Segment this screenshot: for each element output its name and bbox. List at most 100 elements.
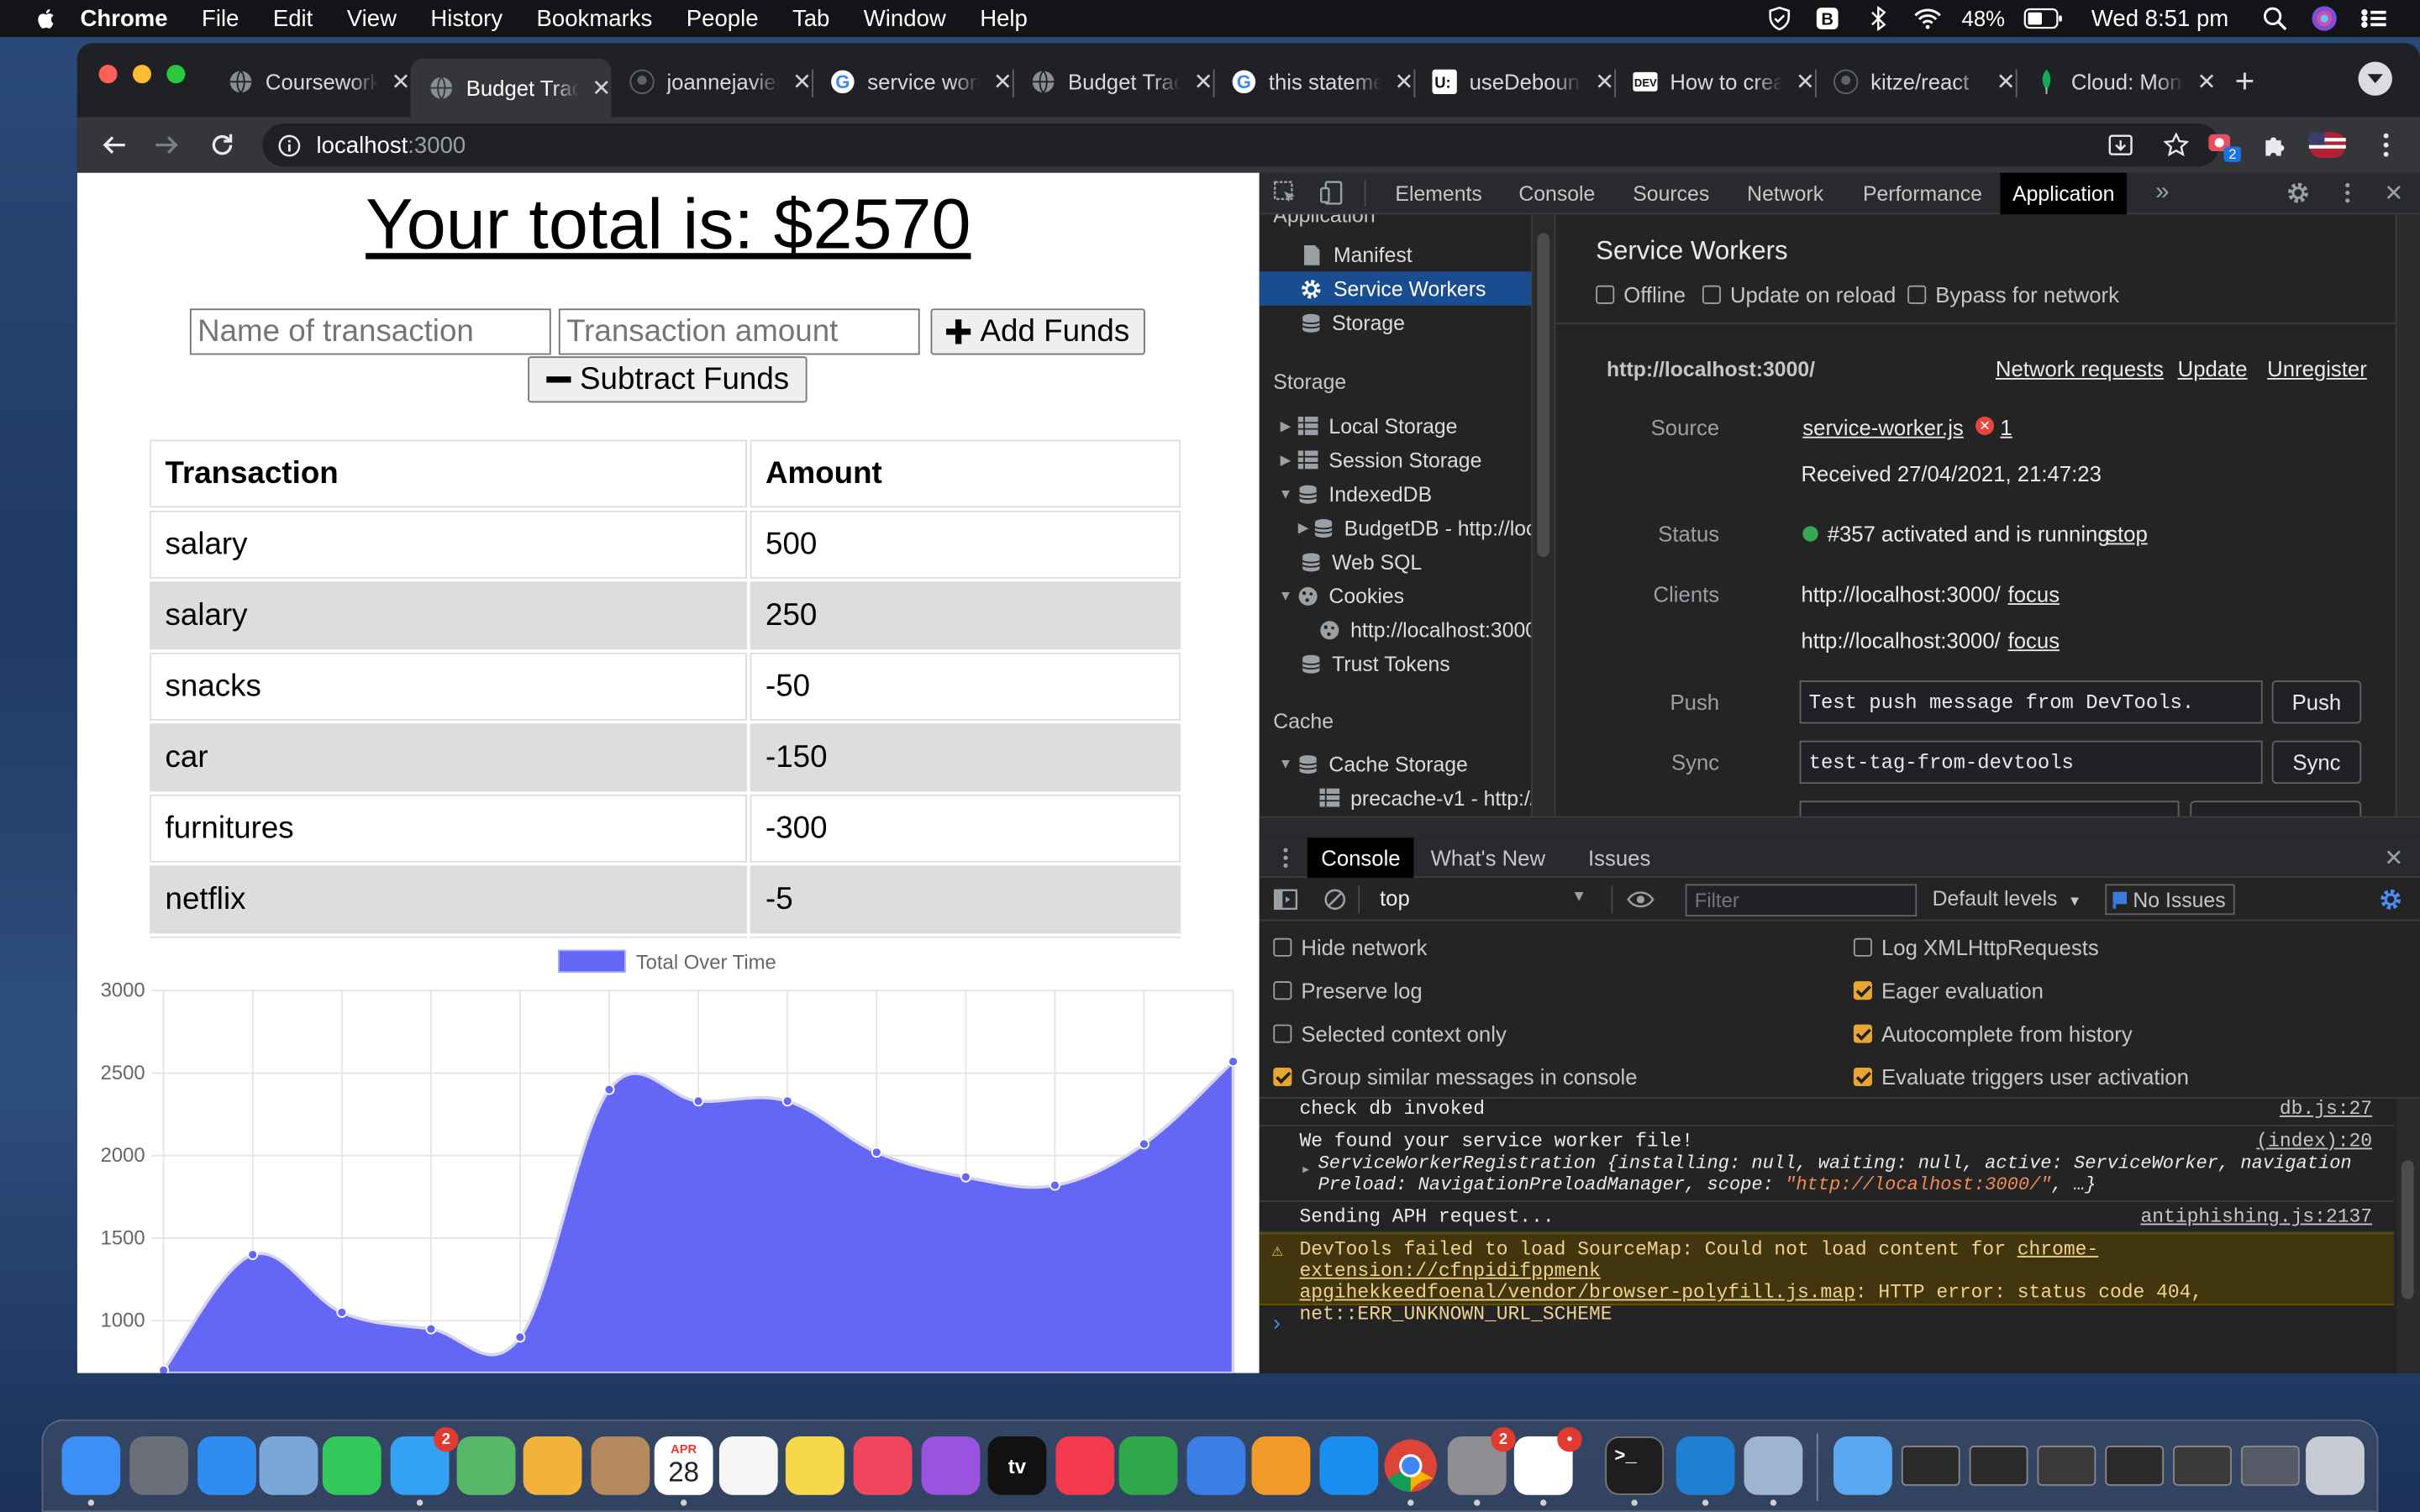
minimized-window-thumbnail[interactable]	[2105, 1446, 2165, 1486]
tab-6[interactable]: U: useDebounce ✕	[1413, 59, 1614, 105]
sync-button[interactable]: Sync	[2271, 740, 2362, 785]
close-tab-icon[interactable]: ✕	[1194, 68, 1213, 96]
expandable-object[interactable]: ▶ ServiceWorkerRegistration {installing:…	[1300, 1152, 2394, 1195]
update-link[interactable]: Update	[2178, 356, 2248, 381]
tab-5[interactable]: G this statement ✕	[1213, 59, 1413, 105]
devtools-tab-application[interactable]: Application	[2000, 172, 2128, 215]
sidebar-item-manifest[interactable]: Manifest	[1260, 238, 1531, 271]
wifi-icon[interactable]	[1912, 6, 1944, 30]
message-source-link[interactable]: db.js:27	[2280, 1099, 2372, 1121]
devtools-tab-performance[interactable]: Performance	[1863, 173, 1982, 215]
source-file-link[interactable]: service-worker.js	[1802, 415, 1963, 439]
close-devtools-icon[interactable]: ✕	[2380, 179, 2407, 207]
close-drawer-icon[interactable]: ✕	[2380, 844, 2407, 872]
preview-icon[interactable]	[259, 1436, 318, 1495]
checkbox-box[interactable]	[1853, 937, 1872, 957]
drawer-resize-handle[interactable]	[1259, 816, 2420, 838]
spotlight-search-icon[interactable]	[2260, 6, 2291, 31]
menu-view[interactable]: View	[347, 5, 397, 31]
checkbox-box[interactable]	[1273, 1024, 1292, 1043]
minimized-window-thumbnail[interactable]	[2240, 1446, 2300, 1486]
focus-link[interactable]: focus	[2008, 581, 2060, 606]
minimized-window-thumbnail[interactable]	[1901, 1446, 1960, 1486]
console-scrollbar[interactable]	[2396, 1098, 2420, 1373]
devtools-kebab-icon[interactable]	[2333, 179, 2361, 207]
stop-link[interactable]: stop	[2107, 522, 2148, 546]
sidebar-item-storage[interactable]: Storage	[1260, 306, 1531, 339]
menu-people[interactable]: People	[687, 5, 759, 31]
tab-8[interactable]: kitze/react ✕	[1815, 59, 2016, 105]
maps-icon[interactable]	[456, 1436, 516, 1495]
scrollbar-thumb[interactable]	[2401, 1160, 2414, 1299]
subtract-funds-button[interactable]: Subtract Funds	[528, 356, 808, 403]
warning-link[interactable]: apgihekkeedfoenal/vendor/browser-polyfil…	[1300, 1282, 1855, 1304]
focus-link[interactable]: focus	[2008, 628, 2060, 653]
keynote-icon[interactable]	[1186, 1436, 1246, 1495]
eager-evaluation-checkbox[interactable]: Eager evaluation	[1853, 978, 2044, 1003]
sidebar-item-web-sql[interactable]: Web SQL	[1260, 544, 1531, 578]
safari-icon[interactable]	[197, 1436, 256, 1495]
data-point[interactable]	[603, 1084, 615, 1095]
expand-triangle-icon[interactable]: ▶	[1278, 417, 1293, 434]
battery-icon[interactable]	[2023, 6, 2064, 30]
close-tab-icon[interactable]: ✕	[592, 74, 611, 102]
evaluate-triggers-checkbox[interactable]: Evaluate triggers user activation	[1853, 1064, 2189, 1089]
menu-tab[interactable]: Tab	[792, 5, 829, 31]
tab-4[interactable]: Budget Tracker ✕	[1013, 59, 1213, 105]
drawer-tab-whats-new[interactable]: What's New	[1431, 837, 1545, 878]
close-tab-icon[interactable]: ✕	[1394, 68, 1413, 96]
add-funds-button[interactable]: Add Funds	[930, 308, 1145, 355]
chrome-icon[interactable]	[1381, 1436, 1440, 1495]
tab-0[interactable]: Coursework ✕	[210, 59, 411, 105]
periodic-sync-input[interactable]	[1799, 801, 2180, 816]
sidebar-item-service-workers[interactable]: Service Workers	[1259, 271, 1532, 306]
menu-help[interactable]: Help	[980, 5, 1028, 31]
collapse-triangle-icon[interactable]: ▼	[1278, 588, 1293, 603]
app-store-icon[interactable]	[1319, 1436, 1379, 1495]
sidebar-item-cache-storage[interactable]: ▼ Cache Storage	[1260, 747, 1531, 780]
data-point[interactable]	[1139, 1138, 1150, 1150]
chrome-menu-kebab-icon[interactable]	[2368, 127, 2405, 164]
music-icon[interactable]	[853, 1436, 913, 1495]
update-on-reload-checkbox[interactable]: Update on reload	[1702, 282, 1896, 307]
context-selector[interactable]: top ▼	[1367, 883, 1599, 916]
sidebar-item-cookies[interactable]: ▼ Cookies	[1260, 579, 1531, 612]
transaction-amount-input[interactable]	[558, 308, 920, 355]
tab-search-chevron-icon[interactable]	[2358, 61, 2392, 96]
checkbox-box[interactable]	[1907, 285, 1927, 304]
bypass-for-network-checkbox[interactable]: Bypass for network	[1907, 282, 2119, 307]
news-icon[interactable]	[1055, 1436, 1115, 1495]
maximize-window-button[interactable]	[166, 65, 186, 84]
checkbox-box[interactable]	[1853, 1068, 1872, 1087]
control-center-icon[interactable]	[2359, 6, 2390, 30]
close-tab-icon[interactable]: ✕	[1996, 68, 2016, 96]
facetime-icon[interactable]	[322, 1436, 381, 1495]
collapse-triangle-icon[interactable]: ▼	[1278, 756, 1293, 771]
bluetooth-icon[interactable]	[1863, 6, 1894, 31]
menu-app-name[interactable]: Chrome	[81, 5, 168, 31]
checkbox-box[interactable]	[1853, 981, 1872, 1000]
minimized-window-thumbnail[interactable]	[2037, 1446, 2096, 1486]
profile-avatar-icon[interactable]	[2308, 127, 2346, 164]
slack-icon[interactable]: •	[1513, 1426, 1582, 1495]
podcasts-icon[interactable]	[921, 1436, 981, 1495]
sidebar-scrollbar[interactable]	[1531, 214, 1556, 816]
checkbox-box[interactable]	[1702, 285, 1721, 304]
sync-tag-input[interactable]	[1799, 740, 2263, 785]
contacts-icon[interactable]	[591, 1436, 650, 1495]
data-point[interactable]	[158, 1364, 170, 1373]
photos-icon[interactable]	[523, 1436, 582, 1495]
install-app-icon[interactable]	[2108, 133, 2133, 157]
sidebar-item-cookie-origin[interactable]: http://localhost:3000	[1260, 612, 1531, 646]
log-xmlhttprequests-checkbox[interactable]: Log XMLHttpRequests	[1853, 935, 2099, 959]
checkbox-box[interactable]	[1853, 1024, 1872, 1043]
data-point[interactable]	[960, 1171, 971, 1183]
bookmark-star-icon[interactable]	[2164, 132, 2189, 157]
data-point[interactable]	[1049, 1179, 1060, 1191]
extensions-puzzle-icon[interactable]	[2256, 127, 2293, 164]
drawer-tab-console[interactable]: Console	[1307, 837, 1415, 879]
legend-swatch[interactable]	[557, 949, 626, 974]
devtools-tab-sources[interactable]: Sources	[1633, 173, 1709, 215]
preview-photos-icon[interactable]	[1744, 1436, 1803, 1495]
finder-icon[interactable]	[61, 1436, 121, 1495]
